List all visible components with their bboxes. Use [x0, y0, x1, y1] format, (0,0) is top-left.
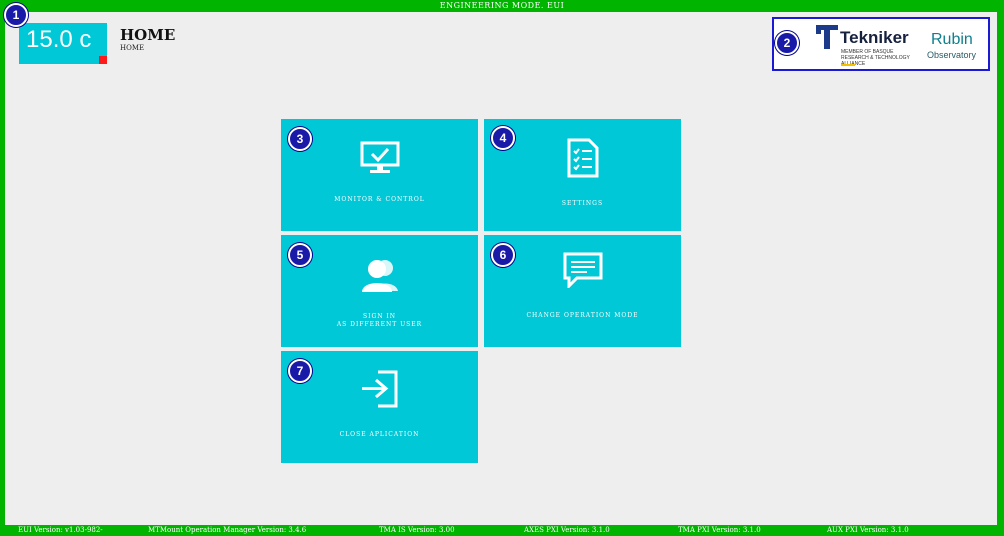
rubin-subtitle: Observatory [927, 50, 977, 60]
breadcrumb: HOME [120, 44, 145, 52]
checklist-document-icon [567, 138, 598, 178]
annotation-badge: 5 [288, 243, 312, 267]
annotation-badge: 1 [4, 3, 28, 27]
annotation-badge: 2 [775, 31, 799, 55]
tekniker-logo-icon [816, 25, 838, 49]
annotation-badge: 4 [491, 126, 515, 150]
temperature-value: 15.0 c [26, 26, 92, 53]
tekniker-accent-bar [841, 64, 855, 66]
page-title: HOME [120, 26, 176, 44]
monitor-check-icon [360, 141, 399, 173]
annotation-badge: 3 [288, 127, 312, 151]
tile-label: MONITOR & CONTROL [334, 196, 425, 203]
tile-label: SETTINGS [561, 200, 604, 207]
tile-label: CLOSE APLICATION [339, 431, 420, 438]
sign-in-arrow-icon [361, 370, 397, 408]
eui-version: EUI Version: v1.03-982- [18, 526, 103, 534]
users-icon [361, 260, 398, 292]
window-title: ENGINEERING MODE. EUI [439, 1, 565, 10]
annotation-badge: 6 [491, 243, 515, 267]
tma-is-version: TMA IS Version: 3.00 [379, 526, 455, 534]
partner-logos: Tekniker MEMBER OF BASQUE RESEARCH & TEC… [772, 17, 990, 71]
tma-pxi-version: TMA PXI Version: 3.1.0 [678, 526, 761, 534]
tekniker-name: Tekniker [840, 28, 909, 47]
mtmount-version: MTMount Operation Manager Version: 3.4.6 [148, 526, 307, 534]
rubin-name: Rubin [931, 31, 973, 48]
tile-label: CHANGE OPERATION MODE [526, 312, 639, 319]
chat-message-icon [563, 252, 602, 288]
temperature-display: 15.0 c [19, 23, 107, 64]
tile-label: SIGN IN AS DIFFERENT USER [336, 313, 423, 328]
axes-pxi-version: AXES PXI Version: 3.1.0 [524, 526, 610, 534]
annotation-badge: 7 [288, 359, 312, 383]
aux-pxi-version: AUX PXI Version: 3.1.0 [827, 526, 909, 534]
version-footer: EUI Version: v1.03-982- MTMount Operatio… [0, 525, 1004, 536]
temperature-alarm-indicator [99, 56, 107, 64]
